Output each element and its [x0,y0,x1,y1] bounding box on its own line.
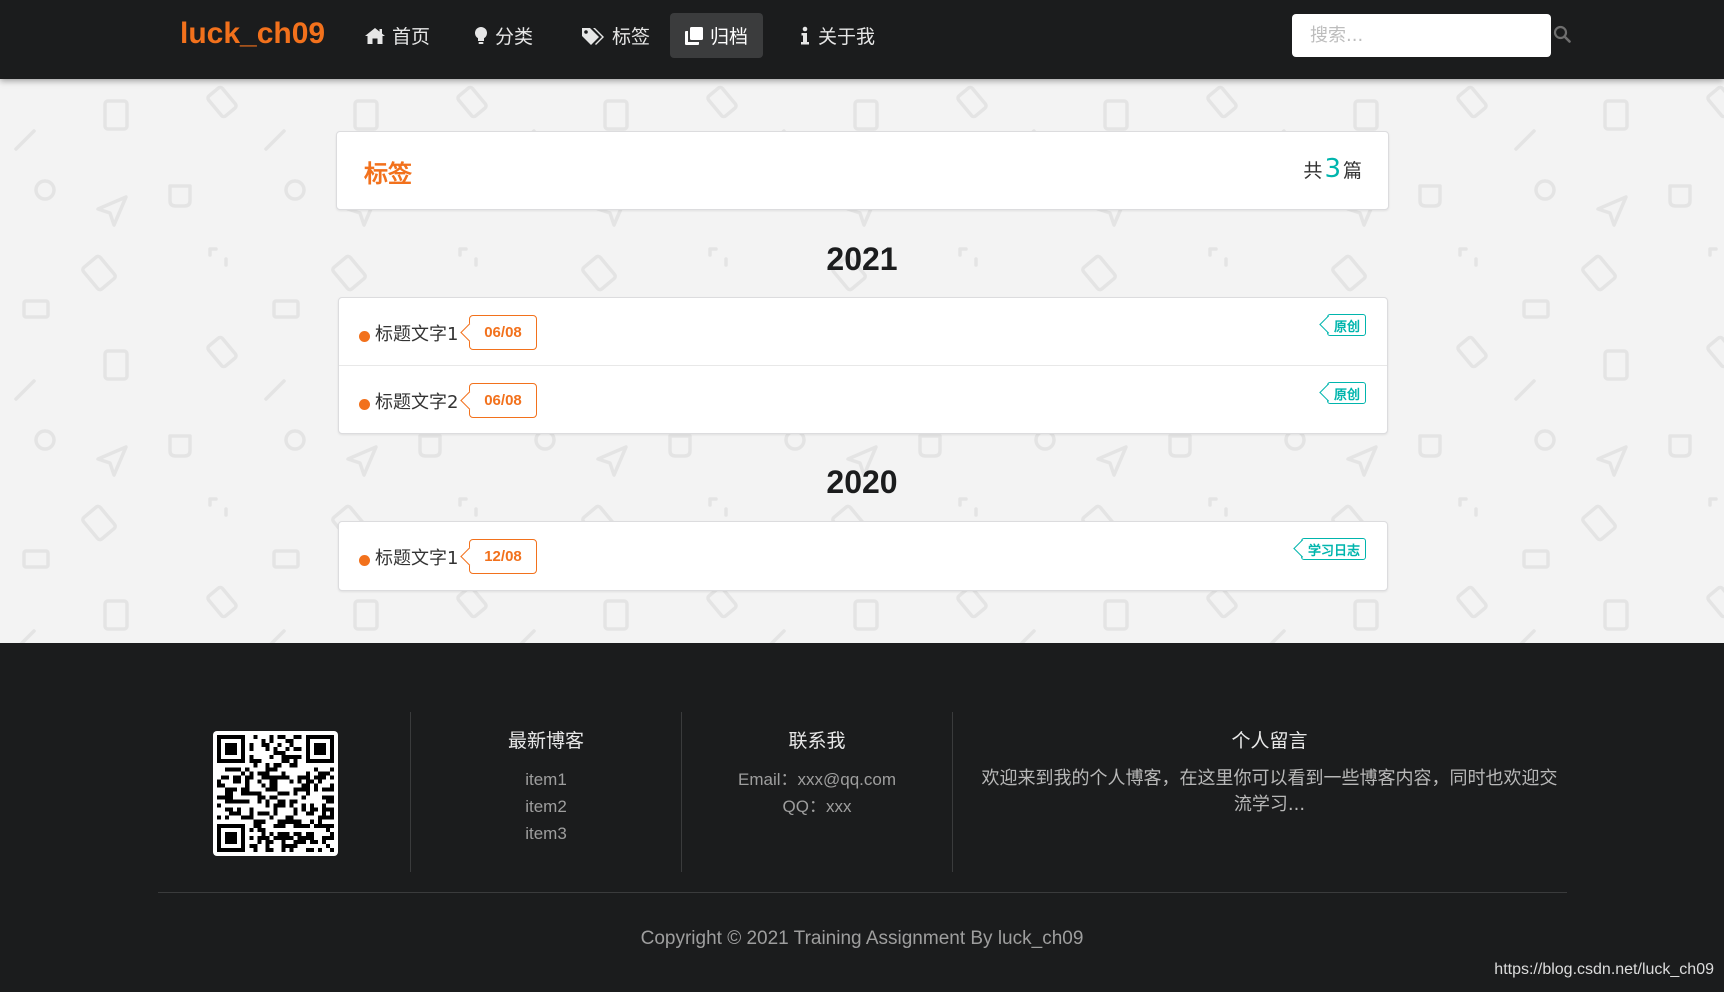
nav-item-tags[interactable]: 标签 [566,13,664,58]
search-input[interactable] [1292,14,1553,57]
archive-header-card: 标签 共 3 篇 [336,131,1389,210]
search-box [1292,14,1571,57]
post-title-link[interactable]: 标题文字1 [375,320,458,346]
bullet-dot-icon [359,555,370,566]
bullet-dot-icon [359,399,370,410]
nav-item-category[interactable]: 分类 [459,13,547,58]
count-number: 3 [1324,154,1341,184]
footer-latest-blogs: 最新博客 item1 item2 item3 [411,726,681,847]
nav-item-about[interactable]: 关于我 [784,13,889,58]
type-tag[interactable]: 原创 [1326,314,1366,336]
watermark-text: https://blog.csdn.net/luck_ch09 [1494,961,1714,978]
page-title: 标签 [364,160,412,188]
search-icon [1553,25,1571,47]
site-footer: 最新博客 item1 item2 item3 联系我 Email：xxx@qq.… [0,643,1724,992]
footer-link-item[interactable]: item2 [411,793,681,820]
post-list: 标题文字1 06/08 原创 标题文字2 06/08 原创 [338,297,1388,434]
clone-icon [684,26,704,46]
type-tag-label: 原创 [1333,319,1360,335]
footer-message: 个人留言 欢迎来到我的个人博客，在这里你可以看到一些博客内容，同时也欢迎交流学习… [977,726,1562,818]
date-tag: 06/08 [469,383,537,418]
footer-contact: 联系我 Email：xxx@qq.com QQ：xxx [682,726,952,820]
post-count: 共 3 篇 [1303,154,1362,184]
search-button[interactable] [1553,14,1571,57]
footer-horizontal-divider [158,892,1567,893]
footer-heading: 最新博客 [507,730,584,752]
bullet-dot-icon [359,331,370,342]
footer-link-item[interactable]: item3 [411,820,681,847]
info-icon [798,26,812,46]
nav-label: 关于我 [818,26,876,48]
lightbulb-icon [473,26,489,46]
qr-code-image [213,731,338,856]
archive-main: 标签 共 3 篇 2021 标题文字1 06/08 原创 标题文字2 06/08… [0,79,1724,643]
count-prefix: 共 [1303,160,1323,182]
count-suffix: 篇 [1342,160,1362,182]
copyright-text: Copyright © 2021 Training Assignment By … [640,928,1084,949]
nav-label: 首页 [392,26,431,48]
type-tag[interactable]: 学习日志 [1300,538,1366,560]
nav-item-home[interactable]: 首页 [350,13,444,58]
top-navbar: luck_ch09 首页 分类 标签 归档 关于我 [0,0,1724,79]
tags-icon [580,26,606,46]
post-row[interactable]: 标题文字1 06/08 原创 [339,298,1387,366]
date-tag: 12/08 [469,539,537,574]
nav-label: 分类 [495,26,534,48]
footer-heading: 个人留言 [1231,730,1308,752]
home-icon [364,26,386,46]
post-list: 标题文字1 12/08 学习日志 [338,521,1388,591]
footer-link-item[interactable]: item1 [411,766,681,793]
date-tag: 06/08 [469,315,537,350]
brand-logo[interactable]: luck_ch09 [180,17,325,51]
nav-label: 归档 [710,26,749,48]
type-tag-label: 原创 [1333,387,1360,403]
contact-email: Email：xxx@qq.com [737,770,896,789]
nav-item-archive[interactable]: 归档 [670,13,763,58]
nav-label: 标签 [612,26,651,48]
year-heading: 2020 [826,464,898,500]
post-row[interactable]: 标题文字1 12/08 学习日志 [339,522,1387,590]
type-tag-label: 学习日志 [1307,543,1360,559]
type-tag[interactable]: 原创 [1326,382,1366,404]
contact-qq: QQ：xxx [782,797,852,816]
year-heading: 2021 [826,241,898,277]
post-row[interactable]: 标题文字2 06/08 原创 [339,366,1387,434]
footer-message-text: 欢迎来到我的个人博客，在这里你可以看到一些博客内容，同时也欢迎交流学习... [981,768,1558,815]
footer-heading: 联系我 [788,730,846,752]
footer-divider [952,712,953,872]
post-title-link[interactable]: 标题文字2 [375,388,458,414]
post-title-link[interactable]: 标题文字1 [375,544,458,570]
